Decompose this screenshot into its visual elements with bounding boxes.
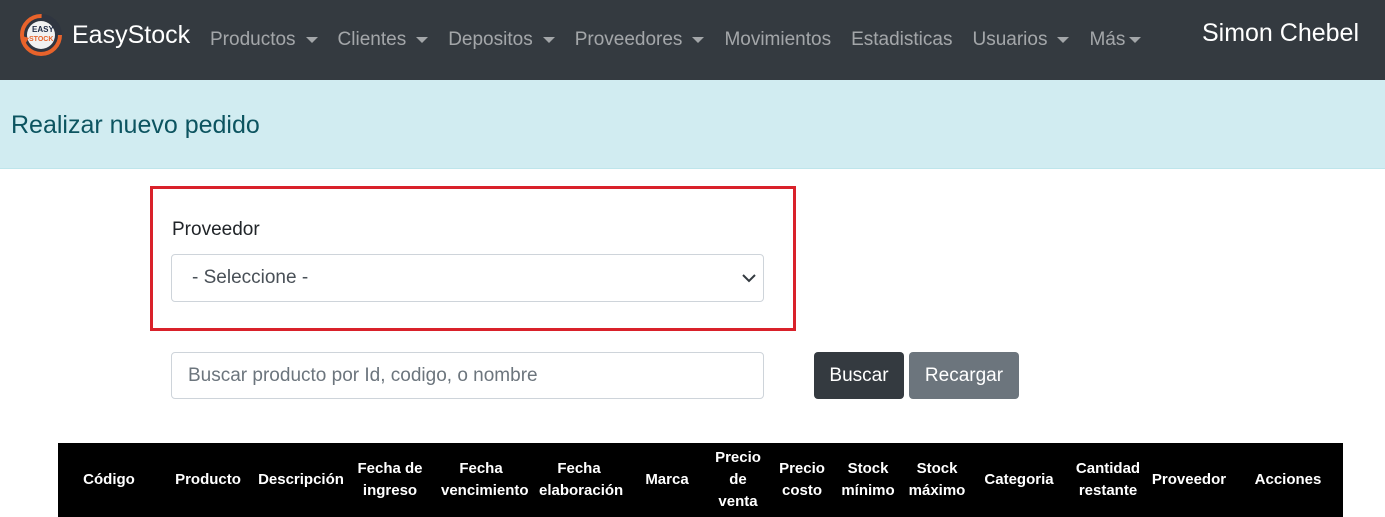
logo-text-top: EASY <box>32 25 54 34</box>
nav-item-label: Productos <box>210 29 296 50</box>
column-header[interactable]: Descripción <box>256 443 346 517</box>
column-header[interactable]: Precio de venta <box>706 443 770 517</box>
column-header[interactable]: Fecha de ingreso <box>348 443 432 517</box>
nav-item-usuarios[interactable]: Usuarios <box>972 29 1070 51</box>
nav-item-estadisticas[interactable]: Estadisticas <box>851 29 952 51</box>
nav-menu: Productos Clientes Depositos Proveedores… <box>210 0 1161 80</box>
column-header[interactable]: Fecha elaboración <box>532 443 626 517</box>
column-header[interactable]: Marca <box>636 443 698 517</box>
nav-item-label: Más <box>1089 29 1126 50</box>
search-input[interactable] <box>171 352 764 399</box>
nav-item-label: Clientes <box>337 29 407 50</box>
caret-down-icon <box>1057 37 1070 43</box>
page-header: Realizar nuevo pedido <box>0 80 1385 169</box>
column-header[interactable]: Precio costo <box>772 443 832 517</box>
brand[interactable]: EASY STOCK EasyStock <box>20 14 190 56</box>
nav-item-movimientos[interactable]: Movimientos <box>724 29 831 51</box>
column-header[interactable]: Proveedor <box>1148 443 1230 517</box>
nav-item-proveedores[interactable]: Proveedores <box>575 29 705 51</box>
nav-item-label: Estadisticas <box>851 29 953 50</box>
column-header[interactable]: Categoria <box>978 443 1060 517</box>
chevron-down-icon <box>742 274 756 283</box>
page-title: Realizar nuevo pedido <box>11 111 260 139</box>
nav-item-depositos[interactable]: Depositos <box>448 29 555 51</box>
recargar-button[interactable]: Recargar <box>909 352 1019 399</box>
column-header[interactable]: Producto <box>160 443 256 517</box>
brand-name: EasyStock <box>72 20 191 49</box>
top-navbar: EASY STOCK EasyStock Productos Clientes … <box>0 0 1385 80</box>
logo-text-bottom: STOCK <box>29 36 54 43</box>
column-header[interactable]: Fecha vencimiento <box>434 443 529 517</box>
proveedor-select[interactable]: - Seleccione - <box>171 254 764 302</box>
nav-item-label: Movimientos <box>724 29 832 50</box>
caret-down-icon <box>305 37 318 43</box>
nav-item-productos[interactable]: Productos <box>210 29 318 51</box>
proveedor-label: Proveedor <box>172 219 260 240</box>
products-table-header: Código Producto Descripción Fecha de ing… <box>58 443 1343 517</box>
nav-item-label: Proveedores <box>574 29 683 50</box>
nav-item-clientes[interactable]: Clientes <box>338 29 429 51</box>
column-header[interactable]: Acciones <box>1238 443 1338 517</box>
column-header[interactable]: Stock máximo <box>902 443 972 517</box>
nav-item-label: Depositos <box>448 29 533 50</box>
column-header[interactable]: Cantidad restante <box>1068 443 1148 517</box>
nav-item-mas[interactable]: Más <box>1089 29 1142 51</box>
caret-down-icon <box>1129 37 1142 43</box>
caret-down-icon <box>692 37 705 43</box>
user-menu[interactable]: Simon Chebel <box>1202 19 1359 48</box>
nav-item-label: Usuarios <box>972 29 1048 50</box>
easystock-logo-icon: EASY STOCK <box>20 14 62 56</box>
column-header[interactable]: Código <box>58 443 160 517</box>
caret-down-icon <box>416 37 429 43</box>
column-header[interactable]: Stock mínimo <box>836 443 900 517</box>
proveedor-select-value: - Seleccione - <box>192 267 309 288</box>
caret-down-icon <box>542 37 555 43</box>
buscar-button[interactable]: Buscar <box>814 352 904 399</box>
